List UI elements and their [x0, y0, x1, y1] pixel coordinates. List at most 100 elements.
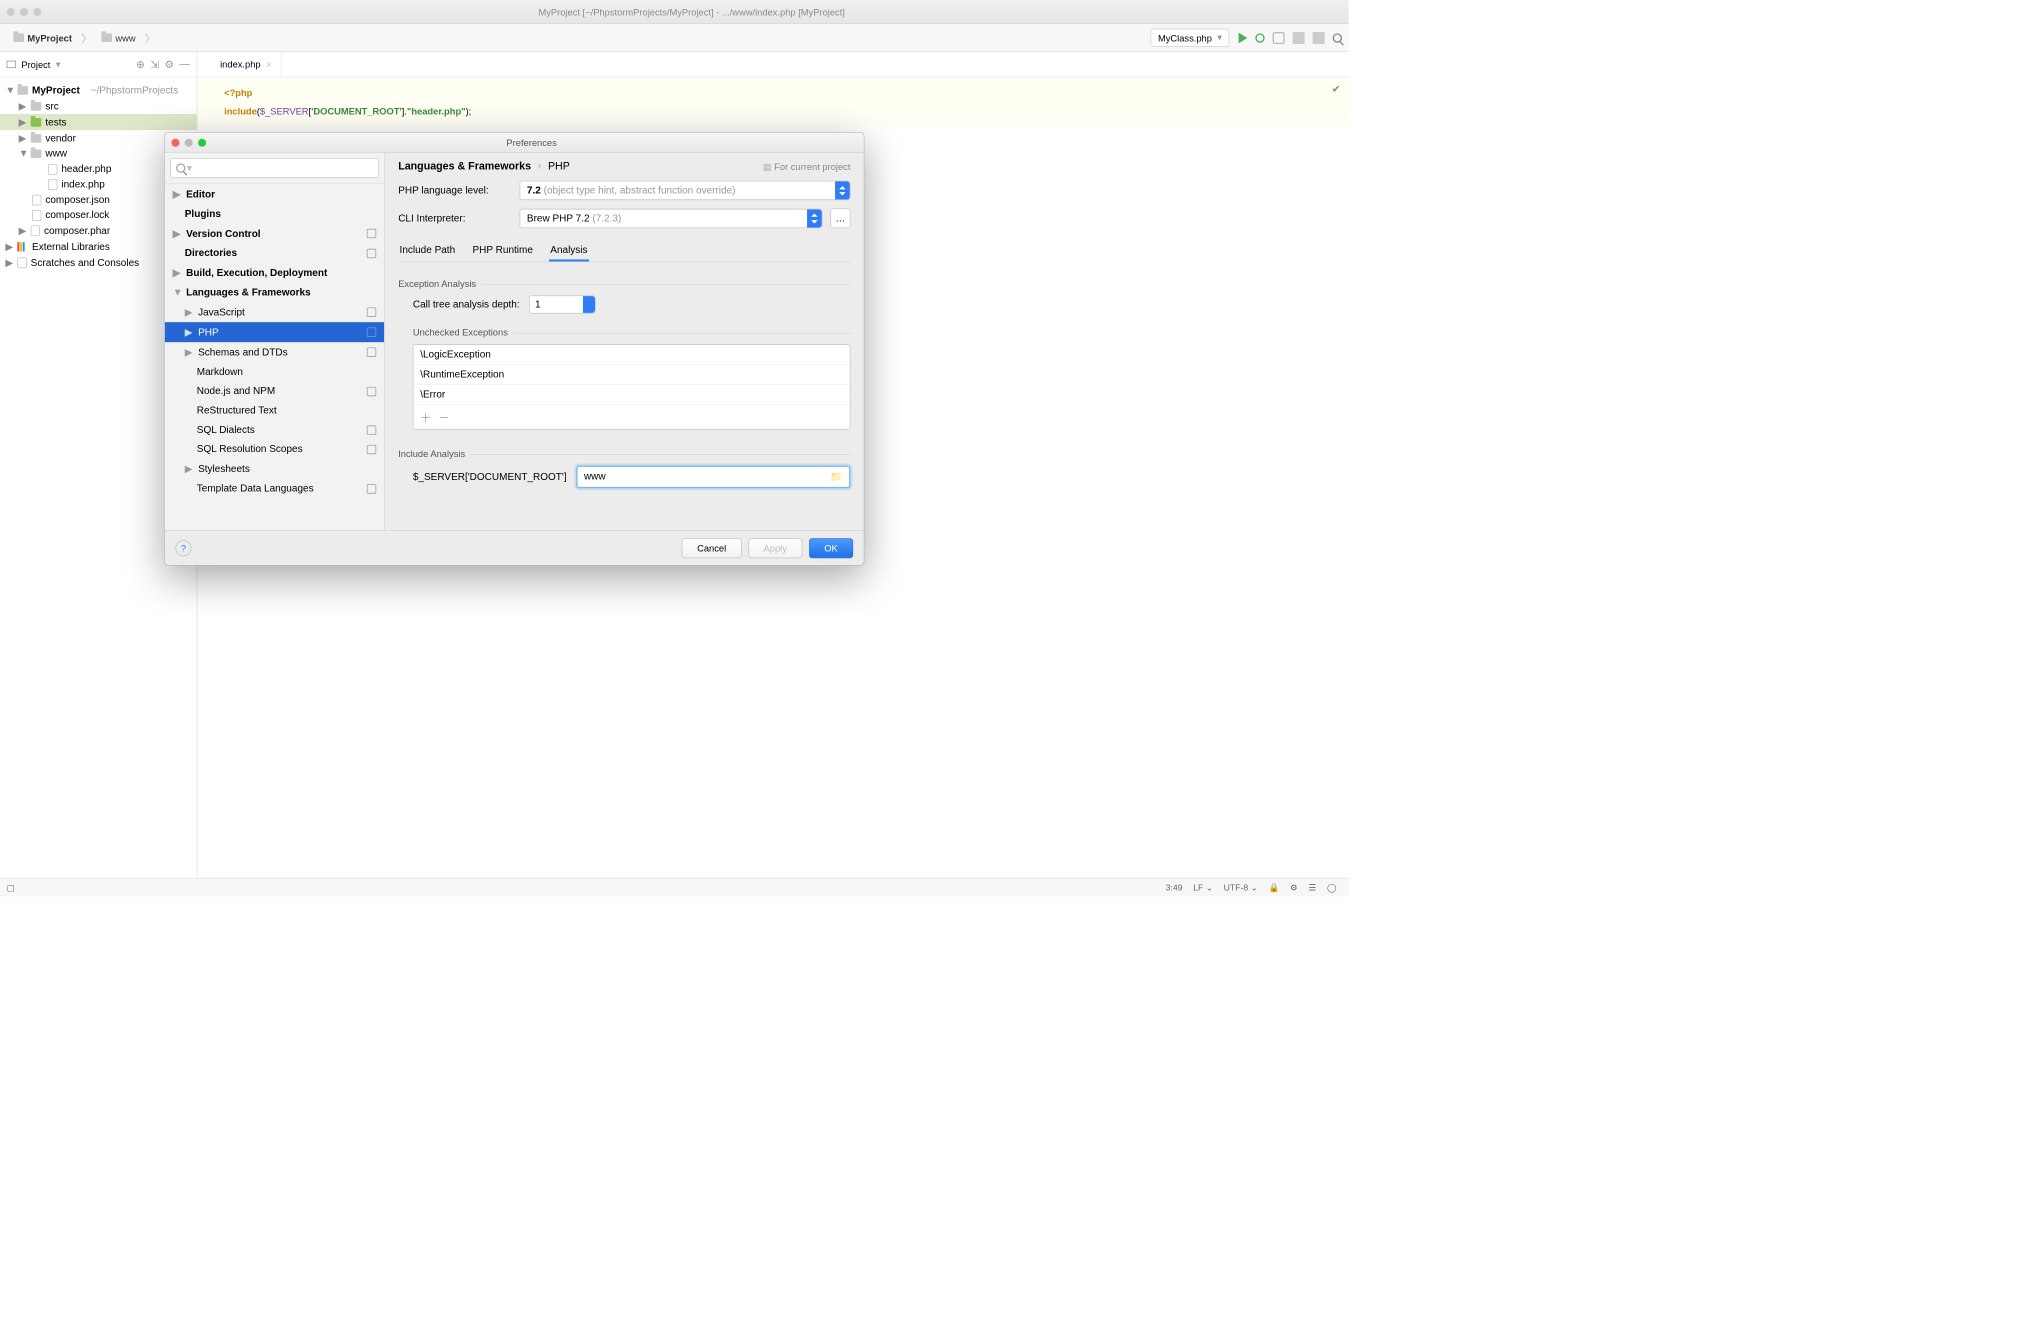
inspection-ok-icon[interactable]: ✔: [1332, 83, 1341, 96]
project-scope-hint: ▦ For current project: [763, 161, 851, 172]
sidebar-title[interactable]: Project: [21, 59, 50, 70]
close-icon[interactable]: ×: [266, 58, 271, 69]
pref-item-languages[interactable]: ▼Languages & Frameworks: [165, 283, 384, 302]
run-icon[interactable]: [1239, 32, 1248, 43]
dropdown-icon: [807, 209, 822, 227]
tree-item-tests[interactable]: tests: [45, 116, 66, 127]
ok-button[interactable]: OK: [809, 538, 853, 558]
lang-level-select[interactable]: 7.2 (object type hint, abstract function…: [520, 181, 851, 200]
project-icon: [7, 61, 16, 68]
tree-item-index-php[interactable]: index.php: [61, 179, 104, 190]
editor-tabs: index.php ×: [197, 52, 1348, 77]
help-button[interactable]: ?: [175, 540, 191, 556]
pref-item-schemas[interactable]: ▶Schemas and DTDs: [165, 342, 384, 362]
list-item[interactable]: \RuntimeException: [414, 365, 850, 385]
tree-item-scratches[interactable]: Scratches and Consoles: [31, 257, 139, 268]
depth-spinner[interactable]: 1: [529, 295, 596, 313]
pref-item-sql[interactable]: SQL Dialects: [165, 420, 384, 439]
run-config-combo[interactable]: MyClass.php▾: [1151, 29, 1230, 47]
collapse-icon[interactable]: ⇲: [150, 58, 159, 71]
code-editor[interactable]: <?php include($_SERVER['DOCUMENT_ROOT'].…: [197, 77, 1348, 126]
status-notifications-icon[interactable]: ◯: [1322, 882, 1342, 893]
file-icon: [32, 210, 41, 221]
file-icon: [48, 164, 57, 175]
folder-icon: [17, 86, 28, 95]
hide-icon[interactable]: —: [179, 58, 190, 70]
pref-item-sql-res[interactable]: SQL Resolution Scopes: [165, 440, 384, 459]
pref-item-template-langs[interactable]: Template Data Languages: [165, 479, 384, 498]
tree-root[interactable]: MyProject: [32, 85, 80, 96]
preferences-content: Languages & Frameworks › PHP ▦ For curre…: [385, 153, 864, 531]
pref-item-js[interactable]: ▶JavaScript: [165, 302, 384, 322]
pref-item-build[interactable]: ▶Build, Execution, Deployment: [165, 263, 384, 283]
document-root-input[interactable]: www📁: [576, 466, 850, 489]
file-icon: [32, 194, 41, 205]
pref-item-editor[interactable]: ▶Editor: [165, 184, 384, 204]
tree-item-header-php[interactable]: header.php: [61, 163, 111, 174]
traffic-lights[interactable]: [7, 8, 42, 16]
preferences-tree[interactable]: ▶Editor Plugins ▶Version Control Directo…: [165, 184, 384, 530]
apply-button[interactable]: Apply: [748, 538, 802, 558]
gear-icon[interactable]: ⚙: [165, 58, 175, 71]
unchecked-exceptions-title: Unchecked Exceptions: [413, 327, 508, 338]
folder-icon[interactable]: 📁: [830, 471, 842, 483]
status-lock-icon[interactable]: 🔒: [1263, 882, 1284, 893]
breadcrumb-seg-project[interactable]: MyProject: [7, 30, 79, 46]
status-line-ending[interactable]: LF ⌄: [1188, 882, 1218, 893]
tree-item-composer-phar[interactable]: composer.phar: [44, 225, 110, 236]
preferences-breadcrumb: Languages & Frameworks › PHP ▦ For curre…: [398, 161, 850, 173]
browse-button[interactable]: …: [830, 208, 850, 228]
status-position[interactable]: 3:49: [1160, 882, 1188, 892]
cli-interpreter-select[interactable]: Brew PHP 7.2 (7.2.3): [520, 208, 823, 227]
status-gear-icon[interactable]: ⚙: [1285, 882, 1303, 893]
file-icon: [207, 59, 215, 68]
pref-item-vcs[interactable]: ▶Version Control: [165, 223, 384, 243]
unchecked-exceptions-list[interactable]: \LogicException \RuntimeException \Error…: [413, 344, 851, 429]
add-icon[interactable]: ＋: [420, 409, 431, 425]
list-item[interactable]: \LogicException: [414, 345, 850, 365]
project-scope-icon: [367, 327, 376, 336]
tab-index-php[interactable]: index.php ×: [197, 52, 281, 77]
lang-level-label: PHP language level:: [398, 185, 511, 196]
stop-icon[interactable]: [1313, 32, 1325, 44]
project-scope-icon: [367, 387, 376, 396]
search-icon[interactable]: [1333, 33, 1342, 42]
tool-window-toggle-icon[interactable]: ▢: [7, 882, 15, 893]
cli-label: CLI Interpreter:: [398, 212, 511, 223]
tree-item-www[interactable]: www: [45, 148, 67, 159]
document-root-label: $_SERVER['DOCUMENT_ROOT']: [413, 471, 567, 482]
debug-icon[interactable]: [1255, 33, 1264, 42]
cancel-button[interactable]: Cancel: [682, 538, 742, 558]
tab-include-path[interactable]: Include Path: [398, 240, 456, 261]
status-misc-icon[interactable]: ☰: [1303, 882, 1321, 893]
pref-item-markdown[interactable]: Markdown: [165, 362, 384, 381]
scratches-icon: [17, 257, 26, 268]
tree-item-external-libraries[interactable]: External Libraries: [32, 241, 110, 252]
list-item[interactable]: \Error: [414, 385, 850, 405]
pref-item-rst[interactable]: ReStructured Text: [165, 401, 384, 420]
status-encoding[interactable]: UTF-8 ⌄: [1218, 882, 1263, 893]
coverage-icon[interactable]: [1273, 32, 1285, 44]
tree-item-src[interactable]: src: [45, 100, 58, 111]
remove-icon[interactable]: －: [439, 409, 450, 425]
traffic-lights[interactable]: [171, 138, 206, 146]
pref-item-stylesheets[interactable]: ▶Stylesheets: [165, 459, 384, 479]
target-icon[interactable]: ⊕: [136, 58, 145, 71]
tree-item-composer-json[interactable]: composer.json: [45, 194, 110, 205]
tab-analysis[interactable]: Analysis: [549, 240, 589, 261]
pref-item-directories[interactable]: Directories: [165, 243, 384, 262]
toolbar: MyProject 〉 www 〉 MyClass.php▾: [0, 24, 1349, 52]
tree-item-vendor[interactable]: vendor: [45, 132, 76, 143]
stop-icon[interactable]: [1293, 32, 1305, 44]
pref-item-plugins[interactable]: Plugins: [165, 204, 384, 223]
tree-item-composer-lock[interactable]: composer.lock: [45, 209, 109, 220]
tab-label: index.php: [220, 58, 260, 69]
pref-item-php[interactable]: ▶PHP: [165, 322, 384, 342]
breadcrumb-seg-www[interactable]: www: [95, 30, 143, 46]
file-icon: [31, 225, 40, 236]
exception-analysis-title: Exception Analysis: [398, 278, 476, 289]
chevron-icon: 〉: [145, 30, 156, 46]
pref-item-node[interactable]: Node.js and NPM: [165, 382, 384, 401]
search-input[interactable]: ▾: [170, 158, 379, 178]
tab-runtime[interactable]: PHP Runtime: [471, 240, 534, 261]
